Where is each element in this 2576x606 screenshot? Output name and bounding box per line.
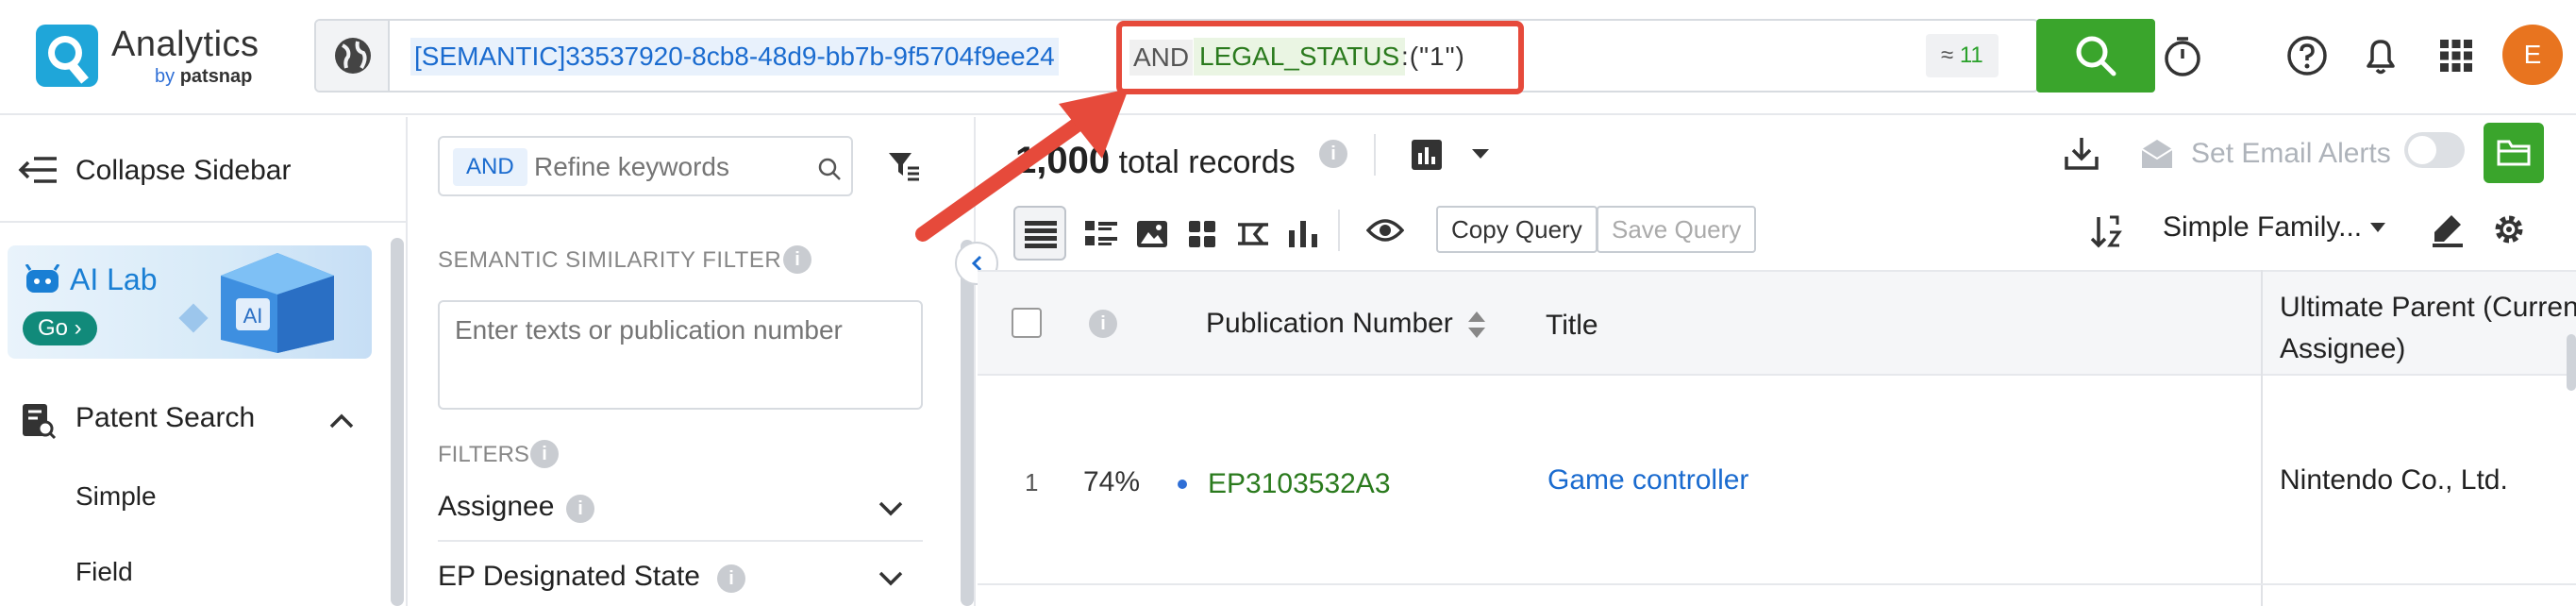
refine-keywords-input[interactable]	[534, 148, 798, 186]
refine-and-operator[interactable]: AND	[453, 148, 527, 186]
logo-title: Analytics	[111, 25, 259, 65]
filter-group-label: Assignee	[438, 491, 554, 523]
query-semantic-token[interactable]: [SEMANTIC]33537920-8cb8-48d9-bb7b-9f5704…	[410, 38, 1059, 76]
caret-down-icon[interactable]	[2368, 221, 2387, 234]
estimated-count-badge: ≈ 11	[1926, 34, 1999, 77]
highlight-pen-icon[interactable]	[2431, 211, 2465, 247]
select-all-checkbox[interactable]	[1012, 308, 1042, 338]
chevron-down-icon[interactable]	[878, 500, 904, 517]
semantic-filter-title: SEMANTIC SIMILARITY FILTER	[438, 247, 781, 274]
svg-text:AI: AI	[243, 304, 263, 328]
email-alerts-toggle[interactable]	[2404, 132, 2465, 168]
bell-icon[interactable]	[2359, 34, 2402, 77]
logo-by-text: by	[155, 66, 175, 87]
approx-symbol: ≈	[1941, 42, 1953, 68]
info-icon[interactable]: i	[530, 440, 559, 468]
ai-cube-illustration: AI	[174, 249, 362, 355]
compare-view-icon[interactable]	[1236, 219, 1270, 249]
chevron-down-icon[interactable]	[878, 570, 904, 587]
collapse-menu-icon	[17, 153, 59, 187]
folder-icon	[2497, 138, 2531, 168]
chart-view-icon[interactable]	[1287, 217, 1319, 249]
left-sidebar: Collapse Sidebar AI Lab Go › AI	[0, 117, 408, 606]
patent-search-icon	[21, 402, 57, 440]
family-view-select[interactable]: Simple Family...	[2163, 211, 2362, 244]
highlight-box-annotation	[1116, 21, 1524, 94]
status-dot	[1178, 480, 1187, 489]
copy-query-button[interactable]: Copy Query	[1436, 206, 1597, 253]
results-panel: 1,000 total records i Set Email Alerts	[978, 117, 2576, 606]
toolbar-divider	[1374, 134, 1376, 176]
sort-icon[interactable]	[2089, 213, 2123, 249]
sidebar-scrollbar[interactable]	[391, 238, 404, 606]
sort-arrows-icon[interactable]	[1466, 310, 1487, 340]
robot-icon	[23, 264, 62, 296]
filter-panel-scrollbar[interactable]	[961, 240, 974, 606]
info-icon[interactable]: i	[717, 564, 745, 593]
results-table-header: i Publication Number Title Ultimate Pare…	[978, 270, 2576, 376]
publication-number-link[interactable]: EP3103532A3	[1208, 468, 1391, 500]
logo-brand: patsnap	[180, 66, 253, 87]
chart-icon[interactable]	[1410, 138, 1444, 172]
info-icon[interactable]: i	[783, 245, 811, 274]
help-icon[interactable]	[2285, 34, 2329, 77]
gear-icon[interactable]	[2491, 211, 2527, 247]
user-avatar[interactable]: E	[2502, 25, 2563, 85]
download-icon[interactable]	[2063, 134, 2100, 172]
filters-section-title: FILTERS	[438, 442, 529, 468]
filter-group-ep-designated-state[interactable]: EP Designated State i	[438, 544, 923, 606]
filter-group-label: EP Designated State	[438, 561, 700, 593]
globe-icon	[333, 36, 373, 76]
sidebar-item-simple[interactable]: Simple	[75, 481, 157, 512]
table-row[interactable]: 1 74% EP3103532A3 Game controller Ninten…	[978, 378, 2576, 585]
semantic-filter-input[interactable]	[438, 300, 923, 410]
search-button[interactable]	[2036, 19, 2155, 93]
save-query-button[interactable]: Save Query	[1597, 206, 1756, 253]
email-alert-icon[interactable]	[2138, 136, 2176, 170]
column-title[interactable]: Title	[1546, 310, 1598, 342]
save-to-workspace-button[interactable]	[2484, 123, 2544, 183]
info-icon[interactable]: i	[1089, 310, 1117, 338]
refine-keywords-box[interactable]: AND	[438, 136, 853, 196]
column-ultimate-parent[interactable]: Ultimate Parent (Current Assignee)	[2280, 287, 2576, 370]
sidebar-item-field[interactable]: Field	[75, 557, 133, 587]
patent-title-link[interactable]: Game controller	[1547, 464, 1748, 497]
timer-icon[interactable]	[2161, 34, 2204, 77]
search-icon[interactable]	[817, 157, 842, 181]
ai-lab-title: AI Lab	[70, 262, 158, 297]
chevron-up-icon[interactable]	[328, 412, 355, 430]
patent-search-section[interactable]: Patent Search	[75, 402, 255, 434]
info-icon[interactable]: i	[566, 495, 594, 523]
caret-down-icon[interactable]	[1470, 147, 1491, 160]
analytics-logo-icon	[34, 23, 100, 89]
column-publication-number[interactable]: Publication Number	[1206, 308, 1453, 340]
grid-view-icon[interactable]	[1187, 219, 1217, 249]
row-index: 1	[1025, 468, 1038, 497]
filter-group-assignee[interactable]: Assignee i	[438, 474, 923, 542]
language-selector[interactable]	[316, 21, 390, 91]
approx-count: 11	[1960, 42, 1983, 68]
results-scrollbar[interactable]	[2567, 334, 2576, 391]
set-email-alerts-label: Set Email Alerts	[2191, 138, 2391, 170]
similarity-score: 74%	[1083, 466, 1140, 498]
filter-panel: AND SEMANTIC SIMILARITY FILTER i FILTERS…	[410, 117, 976, 606]
apps-grid-icon[interactable]	[2434, 34, 2478, 77]
ai-lab-banner[interactable]: AI Lab Go › AI	[8, 245, 372, 359]
eye-icon[interactable]	[1366, 215, 1404, 245]
ultimate-parent-value: Nintendo Co., Ltd.	[2280, 464, 2508, 497]
collapse-sidebar-button[interactable]: Collapse Sidebar	[0, 117, 408, 223]
toolbar-divider	[1338, 210, 1340, 251]
red-arrow-annotation	[906, 76, 1151, 264]
search-icon	[2074, 34, 2117, 77]
logo-subtitle: by patsnap	[155, 66, 252, 88]
info-icon[interactable]: i	[1319, 140, 1347, 168]
ai-lab-go-button[interactable]: Go ›	[23, 311, 97, 345]
collapse-sidebar-label: Collapse Sidebar	[75, 155, 291, 187]
